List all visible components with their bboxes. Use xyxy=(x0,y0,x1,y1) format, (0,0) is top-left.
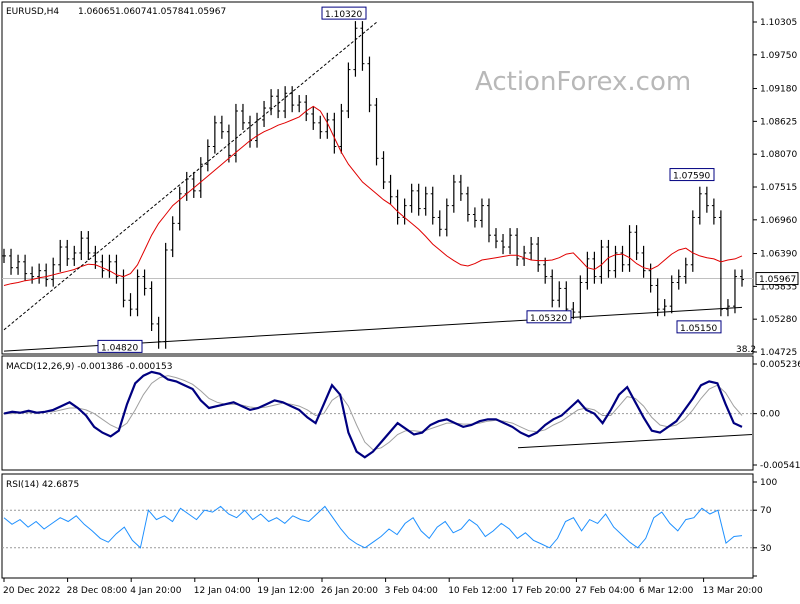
price-tick-label: 1.08070 xyxy=(760,150,797,160)
price-tick-label: 1.06390 xyxy=(760,250,797,260)
time-tick-label: 28 Dec 08:00 xyxy=(67,586,128,596)
price-callout-label: 1.04820 xyxy=(101,343,138,353)
price-tick-label: 1.09180 xyxy=(760,85,797,95)
time-tick-label: 6 Mar 12:00 xyxy=(639,586,694,596)
macd-tick-label: 0.005236 xyxy=(760,360,800,370)
price-callout-label: 1.10320 xyxy=(325,10,362,20)
time-tick-label: 27 Feb 04:00 xyxy=(575,586,634,596)
eurusd-h4-chart: EURUSD,H4 1.06065 1.06074 1.05784 1.0596… xyxy=(0,0,800,600)
rsi-label: RSI(14) 42.6875 xyxy=(6,480,79,490)
price-tick-label: 1.04725 xyxy=(760,348,797,358)
time-tick-label: 20 Dec 2022 xyxy=(3,586,61,596)
current-price-label: 1.05967 xyxy=(759,275,796,285)
high-value: 1.06074 xyxy=(115,7,152,17)
price-callout-label: 1.07590 xyxy=(673,172,710,182)
price-tick-label: 1.05280 xyxy=(760,315,797,325)
macd-tick-label: 0.00 xyxy=(760,410,780,420)
low-value: 1.05784 xyxy=(152,7,189,17)
price-tick-label: 1.09750 xyxy=(760,51,797,61)
macd-label: MACD(12,26,9) -0.001386 -0.000153 xyxy=(6,362,172,372)
price-callout-label: 1.05150 xyxy=(680,324,717,334)
price-tick-label: 1.07515 xyxy=(760,183,797,193)
chart-canvas: EURUSD,H4 1.06065 1.06074 1.05784 1.0596… xyxy=(0,0,800,600)
price-tick-label: 1.10305 xyxy=(760,18,797,28)
time-tick-label: 12 Jan 04:00 xyxy=(194,586,251,596)
time-tick-label: 17 Feb 20:00 xyxy=(512,586,571,596)
macd-tick-label: -0.005416 xyxy=(760,461,800,471)
rsi-tick-label: 70 xyxy=(760,506,772,516)
symbol-label: EURUSD,H4 xyxy=(6,7,59,17)
rsi-tick-label: 100 xyxy=(760,478,777,488)
price-tick-label: 1.06960 xyxy=(760,216,797,226)
rsi-tick-label: 30 xyxy=(760,544,772,554)
price-tick-label: 1.08625 xyxy=(760,117,797,127)
time-tick-label: 10 Feb 12:00 xyxy=(448,586,507,596)
time-tick-label: 4 Jan 20:00 xyxy=(130,586,182,596)
fib-label: 38.2 xyxy=(736,345,756,355)
time-tick-label: 26 Jan 20:00 xyxy=(321,586,378,596)
time-tick-label: 19 Jan 12:00 xyxy=(257,586,314,596)
price-callout-label: 1.05320 xyxy=(530,314,567,324)
open-value: 1.06065 xyxy=(78,7,115,17)
close-value: 1.05967 xyxy=(189,7,226,17)
time-tick-label: 3 Feb 04:00 xyxy=(385,586,439,596)
watermark: ActionForex.com xyxy=(475,67,691,97)
time-tick-label: 13 Mar 20:00 xyxy=(703,586,763,596)
